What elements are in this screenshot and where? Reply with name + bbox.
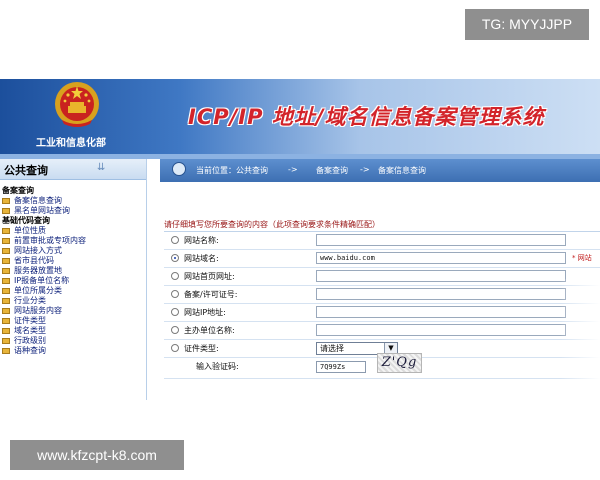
form-label: 输入验证码: bbox=[196, 362, 239, 371]
folder-icon bbox=[2, 208, 10, 214]
domain-input[interactable]: www.baidu.com bbox=[316, 252, 566, 264]
ministry-name: 工业和信息化部 bbox=[36, 138, 106, 149]
breadcrumb: 当前位置：公共查询 -> 备案查询 -> 备案信息查询 bbox=[160, 159, 600, 182]
form-label: 证件类型: bbox=[184, 344, 219, 353]
form-label: 网站域名: bbox=[184, 254, 219, 263]
homepage-radio[interactable] bbox=[171, 272, 179, 280]
form-label: 网站IP地址: bbox=[184, 308, 226, 317]
sidebar-item-access-method[interactable]: 网站接入方式 bbox=[0, 246, 146, 256]
folder-icon bbox=[2, 258, 10, 264]
domain-radio[interactable] bbox=[171, 254, 179, 262]
sidebar-item-unit-nature[interactable]: 单位性质 bbox=[0, 226, 146, 236]
breadcrumb-step[interactable]: 备案查询 bbox=[316, 165, 348, 176]
captcha-input[interactable]: 7Q99Zs bbox=[316, 361, 366, 373]
form-row-sponsor: 主办单位名称: bbox=[164, 322, 600, 340]
sidebar-item-language[interactable]: 语种查询 bbox=[0, 346, 146, 356]
sidebar-item-service-content[interactable]: 网站服务内容 bbox=[0, 306, 146, 316]
form-row-license: 备案/许可证号: bbox=[164, 286, 600, 304]
sidebar-menu: 备案查询 备案信息查询 黑名单网站查询 基础代码查询 单位性质 前置审批或专项内… bbox=[0, 180, 146, 356]
license-radio[interactable] bbox=[171, 290, 179, 298]
blur-overlay bbox=[560, 279, 600, 400]
folder-icon bbox=[2, 328, 10, 334]
license-input[interactable] bbox=[316, 288, 566, 300]
sponsor-input[interactable] bbox=[316, 324, 566, 336]
sidebar-category: 基础代码查询 bbox=[2, 216, 50, 225]
form-row-homepage: 网站首页网址: bbox=[164, 268, 600, 286]
sidebar-item-region-code[interactable]: 省市县代码 bbox=[0, 256, 146, 266]
breadcrumb-step[interactable]: 备案信息查询 bbox=[378, 165, 426, 176]
cert-type-radio[interactable] bbox=[171, 344, 179, 352]
sidebar-item-blacklist-query[interactable]: 黑名单网站查询 bbox=[0, 206, 146, 216]
site-name-input[interactable] bbox=[316, 234, 566, 246]
double-chevron-down-icon[interactable]: ⇊ bbox=[97, 162, 105, 173]
required-note: * 网站 bbox=[572, 254, 592, 262]
sidebar-title: 公共查询 bbox=[4, 164, 48, 177]
site-header: 工业和信息化部 ICP/IP 地址/域名信息备案管理系统 bbox=[0, 79, 600, 154]
form-label: 网站名称: bbox=[184, 236, 219, 245]
system-title: ICP/IP 地址/域名信息备案管理系统 bbox=[188, 105, 545, 129]
homepage-input[interactable] bbox=[316, 270, 566, 282]
breadcrumb-separator: -> bbox=[288, 165, 298, 174]
main-content: 当前位置：公共查询 -> 备案查询 -> 备案信息查询 请仔细填写您所要查询的内… bbox=[150, 159, 600, 400]
folder-icon bbox=[2, 348, 10, 354]
sponsor-radio[interactable] bbox=[171, 326, 179, 334]
folder-icon bbox=[2, 238, 10, 244]
sidebar-item-unit-category[interactable]: 单位所属分类 bbox=[0, 286, 146, 296]
sidebar-item-server-location[interactable]: 服务器放置地 bbox=[0, 266, 146, 276]
sidebar-item-cert-type[interactable]: 证件类型 bbox=[0, 316, 146, 326]
folder-icon bbox=[2, 228, 10, 234]
breadcrumb-separator: -> bbox=[360, 165, 370, 174]
form-row-site-name: 网站名称: bbox=[164, 232, 600, 250]
form-label: 主办单位名称: bbox=[184, 326, 235, 335]
sidebar-item-industry[interactable]: 行业分类 bbox=[0, 296, 146, 306]
sidebar-item-pre-approval[interactable]: 前置审批或专项内容 bbox=[0, 236, 146, 246]
form-row-ip: 网站IP地址: bbox=[164, 304, 600, 322]
ip-radio[interactable] bbox=[171, 308, 179, 316]
form-label: 备案/许可证号: bbox=[184, 290, 238, 299]
form-row-domain: 网站域名: www.baidu.com * 网站 bbox=[164, 250, 600, 268]
sidebar-item-admin-level[interactable]: 行政级别 bbox=[0, 336, 146, 346]
top-right-watermark: TG: MYYJJPP bbox=[465, 9, 589, 40]
folder-icon bbox=[2, 338, 10, 344]
form-row-captcha: 输入验证码: 7Q99Zs Z'Qg bbox=[164, 353, 600, 379]
sidebar: 公共查询 ⇊ 备案查询 备案信息查询 黑名单网站查询 基础代码查询 单位性质 前… bbox=[0, 159, 147, 400]
national-emblem-icon bbox=[55, 82, 99, 127]
form-label: 网站首页网址: bbox=[184, 272, 235, 281]
sidebar-category: 备案查询 bbox=[2, 186, 34, 195]
bottom-left-watermark: www.kfzcpt-k8.com bbox=[10, 440, 184, 470]
site-name-radio[interactable] bbox=[171, 236, 179, 244]
folder-icon bbox=[2, 318, 10, 324]
folder-icon bbox=[2, 268, 10, 274]
captcha-image[interactable]: Z'Qg bbox=[377, 353, 422, 373]
folder-icon bbox=[2, 198, 10, 204]
folder-icon bbox=[2, 248, 10, 254]
sidebar-item-ip-unit[interactable]: IP报备单位名称 bbox=[0, 276, 146, 286]
breadcrumb-current: 当前位置：公共查询 bbox=[196, 166, 268, 175]
folder-icon bbox=[2, 288, 10, 294]
icp-screenshot: 工业和信息化部 ICP/IP 地址/域名信息备案管理系统 公共查询 ⇊ 备案查询… bbox=[0, 79, 600, 400]
sidebar-item-domain-type[interactable]: 域名类型 bbox=[0, 326, 146, 336]
form-notice: 请仔细填写您所要查询的内容（此项查询要求条件精确匹配） bbox=[164, 220, 380, 229]
sidebar-header[interactable]: 公共查询 ⇊ bbox=[0, 159, 146, 180]
home-icon[interactable] bbox=[172, 162, 186, 176]
folder-icon bbox=[2, 298, 10, 304]
ip-input[interactable] bbox=[316, 306, 566, 318]
folder-icon bbox=[2, 278, 10, 284]
sidebar-item-record-query[interactable]: 备案信息查询 bbox=[0, 196, 146, 206]
folder-icon bbox=[2, 308, 10, 314]
